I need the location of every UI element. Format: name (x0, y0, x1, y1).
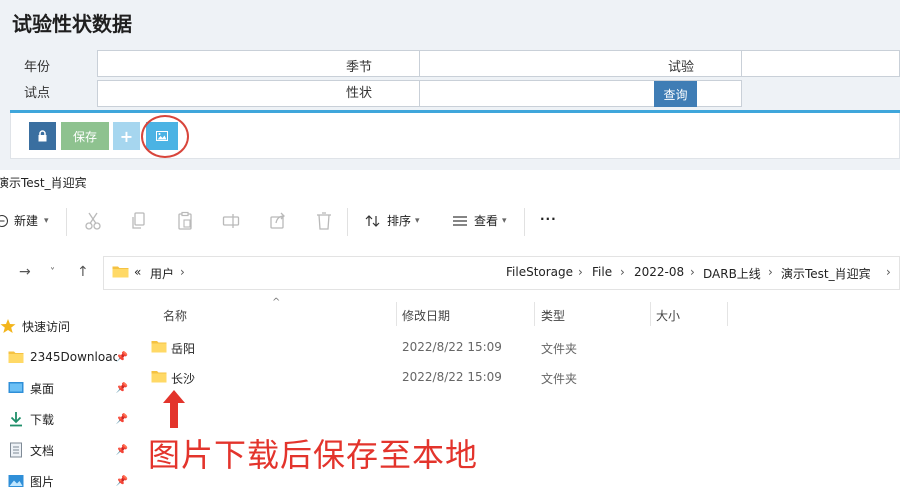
highlight-circle (141, 115, 189, 158)
sidebar-item-label: 下载 (30, 412, 55, 427)
new-button[interactable]: 新建 ▾ (0, 212, 49, 229)
trial-field[interactable] (741, 50, 900, 77)
query-button[interactable]: 查询 (654, 81, 697, 107)
chevron-down-icon: ▾ (415, 215, 420, 226)
rename-icon[interactable] (222, 211, 240, 231)
site-label: 试点 (24, 86, 51, 101)
breadcrumb-item[interactable]: 2022-08 (634, 265, 684, 279)
sidebar-item-2345downloads[interactable]: 2345Downloads 📌 (0, 346, 132, 368)
add-button[interactable]: + (113, 122, 140, 150)
sidebar-item-quick-access[interactable]: 快速访问 (0, 315, 132, 337)
breadcrumb-item[interactable]: DARB上线 (703, 265, 761, 282)
column-header-name[interactable]: 名称 (163, 307, 187, 324)
address-overflow[interactable]: « (134, 265, 141, 279)
pin-icon: 📌 (115, 351, 128, 363)
folder-icon (151, 341, 167, 353)
page-title: 试验性状数据 (12, 12, 132, 36)
sidebar-item-downloads[interactable]: 下载 📌 (0, 408, 132, 430)
annotation-text: 图片下载后保存至本地 (148, 436, 479, 474)
up-arrow-icon[interactable]: ↑ (77, 264, 89, 280)
cut-icon[interactable] (84, 211, 102, 231)
column-separator (534, 302, 535, 326)
column-header-size[interactable]: 大小 (656, 307, 680, 324)
year-label: 年份 (24, 60, 51, 75)
breadcrumb-item[interactable]: File (592, 265, 612, 279)
back-arrow-icon[interactable]: → (19, 264, 31, 280)
toolbar-separator (524, 208, 525, 236)
breadcrumb-item[interactable]: FileStorage (506, 265, 573, 279)
column-separator (650, 302, 651, 326)
document-icon (10, 442, 22, 458)
sidebar-item-desktop[interactable]: 桌面 📌 (0, 377, 132, 399)
save-button[interactable]: 保存 (61, 122, 109, 150)
plus-circle-icon (0, 214, 8, 227)
column-header-modified[interactable]: 修改日期 (402, 307, 450, 324)
view-label: 查看 (474, 214, 499, 228)
folder-icon (8, 351, 24, 363)
picture-icon (8, 475, 24, 487)
breadcrumb-separator: › (578, 265, 583, 279)
file-name[interactable]: 岳阳 (171, 340, 195, 357)
chevron-down-icon: ▾ (502, 215, 507, 226)
column-separator (396, 302, 397, 326)
pin-icon: 📌 (115, 382, 128, 394)
copy-icon[interactable] (130, 211, 148, 231)
breadcrumb-separator: › (620, 265, 625, 279)
breadcrumb-separator: › (886, 265, 891, 279)
sidebar-item-label: 图片 (30, 474, 55, 489)
file-modified: 2022/8/22 15:09 (402, 370, 502, 384)
toolbar-separator (66, 208, 67, 236)
file-type: 文件夹 (541, 342, 578, 356)
sort-up-icon: ^ (272, 297, 281, 308)
breadcrumb-separator: › (690, 265, 695, 279)
sidebar-item-pictures[interactable]: 图片 📌 (0, 470, 132, 492)
recent-chevron-icon[interactable]: ˅ (50, 267, 55, 278)
chevron-down-icon: ▾ (44, 215, 49, 226)
breadcrumb-separator: › (180, 265, 185, 279)
view-icon (453, 215, 467, 226)
download-icon (10, 412, 22, 427)
pin-icon: 📌 (115, 413, 128, 425)
more-button[interactable]: ··· (540, 212, 557, 226)
pin-icon: 📌 (115, 475, 128, 487)
trial-label: 试验 (668, 60, 695, 75)
sort-label: 排序 (387, 214, 412, 228)
annotation-arrow-up-icon (163, 390, 185, 428)
lock-icon (38, 130, 47, 142)
column-separator (727, 302, 728, 326)
lock-button[interactable] (29, 122, 56, 150)
file-modified: 2022/8/22 15:09 (402, 340, 502, 354)
breadcrumb-separator: › (768, 265, 773, 279)
paste-icon[interactable] (176, 211, 194, 231)
folder-icon (151, 371, 167, 383)
share-icon[interactable] (269, 211, 287, 231)
column-header-type[interactable]: 类型 (541, 307, 565, 324)
trait-label: 性状 (346, 86, 373, 101)
sort-icon (365, 214, 380, 227)
season-label: 季节 (346, 60, 373, 75)
pin-icon: 📌 (115, 444, 128, 456)
new-label: 新建 (14, 214, 39, 228)
sidebar-item-label: 桌面 (30, 381, 55, 396)
sidebar-item-label: 文档 (30, 443, 55, 458)
folder-icon (112, 266, 129, 278)
desktop-icon (8, 382, 24, 393)
sidebar-item-label: 快速访问 (22, 319, 71, 334)
breadcrumb-user[interactable]: 用户 (150, 265, 174, 282)
toolbar-separator (347, 208, 348, 236)
breadcrumb-item[interactable]: 演示Test_肖迎宾 (781, 265, 871, 282)
sort-button[interactable]: 排序 ▾ (365, 212, 420, 229)
file-type: 文件夹 (541, 372, 578, 386)
delete-icon[interactable] (315, 211, 333, 231)
file-name[interactable]: 长沙 (171, 370, 195, 387)
sidebar-item-label: 2345Downloads (30, 350, 117, 364)
view-button[interactable]: 查看 ▾ (452, 212, 507, 229)
explorer-window-title: 演示Test_肖迎宾 (0, 176, 87, 190)
star-icon (0, 319, 16, 333)
sidebar-item-documents[interactable]: 文档 📌 (0, 439, 132, 461)
